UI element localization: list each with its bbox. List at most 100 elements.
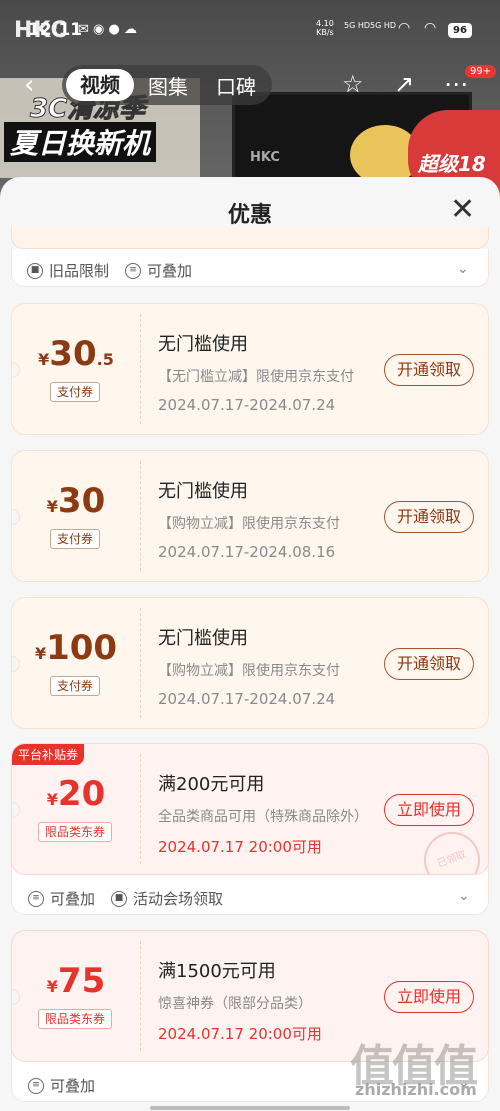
media-tabs: 视频 图集 口碑 bbox=[62, 65, 272, 105]
star-icon[interactable]: ☆ bbox=[342, 70, 364, 98]
coupon-type-badge: 限品类东券 bbox=[38, 822, 113, 842]
stack-icon: ≡ bbox=[125, 262, 142, 279]
coupon-type-badge: 支付券 bbox=[50, 529, 101, 549]
coupon-card: ¥100 支付券 无门槛使用 【购物立减】限使用京东支付 2024.07.17-… bbox=[11, 597, 489, 729]
wifi-icon: ◠ bbox=[398, 20, 411, 36]
message-badge: 99+ bbox=[465, 65, 497, 78]
currency-symbol: ¥ bbox=[46, 977, 58, 996]
tag-row: ■ 旧品限制 ≡ 可叠加 bbox=[27, 260, 208, 281]
coupon-type-badge: 支付券 bbox=[50, 382, 101, 402]
stack-icon: ≡ bbox=[28, 1077, 44, 1094]
banner-line-2: 夏日换新机 bbox=[4, 122, 157, 162]
more-icon[interactable]: ⋯ bbox=[444, 70, 468, 98]
box-icon: ■ bbox=[27, 262, 43, 279]
watermark-site: zhizhizhi.com bbox=[355, 1080, 477, 1099]
share-icon[interactable]: ↗ bbox=[394, 70, 414, 98]
tag-label: 可叠加 bbox=[50, 890, 96, 908]
coupon-details: 无门槛使用 【购物立减】限使用京东支付 2024.07.17-2024.08.1… bbox=[158, 477, 368, 561]
tag-label: 可叠加 bbox=[50, 1077, 96, 1095]
use-now-button[interactable]: 立即使用 bbox=[384, 981, 474, 1013]
signal-icon: 5G HD bbox=[344, 21, 371, 30]
coupon-title: 无门槛使用 bbox=[158, 628, 248, 649]
coupon-date: 2024.07.17 20:00可用 bbox=[158, 1025, 322, 1043]
coupon-divider bbox=[140, 941, 141, 1051]
amount-decimal: .5 bbox=[96, 350, 114, 369]
amount-value: 30 bbox=[57, 481, 106, 521]
activate-claim-button[interactable]: 开通领取 bbox=[384, 354, 474, 386]
coupon-divider bbox=[140, 608, 141, 718]
coupon-type-badge: 支付券 bbox=[50, 676, 101, 696]
box-icon: ■ bbox=[111, 890, 128, 907]
tag-item: ≡ 可叠加 bbox=[28, 1075, 95, 1096]
tag-label: 活动会场领取 bbox=[133, 890, 224, 908]
amount-value: 100 bbox=[46, 628, 118, 668]
status-time: 12:11 bbox=[28, 20, 83, 40]
wifi-icon-2: ◠ bbox=[424, 20, 437, 36]
coupon-amount: ¥75 bbox=[12, 961, 140, 1001]
platform-subsidy-tag: 平台补贴券 bbox=[12, 744, 85, 765]
coupon-details: 满1500元可用 惊喜神券（限部分品类） 2024.07.17 20:00可用 bbox=[158, 957, 368, 1044]
coupon-divider bbox=[140, 754, 141, 864]
tab-reviews[interactable]: 口碑 bbox=[202, 71, 270, 100]
stack-icon: ≡ bbox=[28, 890, 44, 907]
coupon-desc: 【购物立减】限使用京东支付 bbox=[158, 663, 340, 679]
tag-label: 可叠加 bbox=[147, 262, 193, 280]
net-speed-value: 4.10 bbox=[316, 19, 334, 28]
notification-icons: ✉ ◉ ● ☁ bbox=[78, 22, 137, 37]
tag-label: 旧品限制 bbox=[49, 262, 110, 280]
back-icon[interactable]: ‹ bbox=[24, 70, 34, 100]
activate-claim-button[interactable]: 开通领取 bbox=[384, 648, 474, 680]
coupon-group: 平台补贴券 ¥20 限品类东券 满200元可用 全品类商品可用（特殊商品除外） … bbox=[11, 743, 489, 915]
coupon-card: 平台补贴券 ¥20 限品类东券 满200元可用 全品类商品可用（特殊商品除外） … bbox=[11, 743, 489, 875]
home-indicator[interactable] bbox=[150, 1106, 350, 1110]
partial-coupon-edge bbox=[11, 227, 489, 249]
currency-symbol: ¥ bbox=[38, 350, 50, 369]
tag-row: ≡ 可叠加 bbox=[28, 1075, 111, 1096]
chevron-down-icon[interactable]: ⌄ bbox=[457, 261, 469, 277]
coupon-desc: 惊喜神券（限部分品类） bbox=[158, 996, 312, 1012]
sheet-title: 优惠 bbox=[227, 203, 272, 228]
coupon-date: 2024.07.17-2024.07.24 bbox=[158, 690, 336, 708]
claimed-stamp: 已领取 bbox=[416, 824, 488, 874]
coupon-date: 2024.07.17-2024.07.24 bbox=[158, 396, 336, 414]
signal-icon-2: 5G HD bbox=[370, 21, 397, 30]
net-speed: 4.10 KB/s bbox=[316, 19, 334, 37]
coupon-amount: ¥30.5 bbox=[12, 334, 140, 374]
tab-gallery[interactable]: 图集 bbox=[134, 71, 202, 100]
coupon-title: 满200元可用 bbox=[158, 774, 265, 795]
promo-badge-text: 超级18 bbox=[418, 152, 486, 176]
coupon-card: ¥30 支付券 无门槛使用 【购物立减】限使用京东支付 2024.07.17-2… bbox=[11, 450, 489, 582]
coupon-desc: 【购物立减】限使用京东支付 bbox=[158, 516, 340, 532]
amount-value: 30 bbox=[49, 334, 97, 374]
coupon-title: 无门槛使用 bbox=[158, 481, 248, 502]
currency-symbol: ¥ bbox=[34, 644, 47, 663]
coupon-divider bbox=[140, 461, 141, 571]
status-bar: HKC 12:11 ✉ ◉ ● ☁ 4.10 KB/s 5G HD 5G HD … bbox=[0, 0, 500, 52]
amount-value: 20 bbox=[57, 774, 106, 814]
tag-item: ≡ 可叠加 bbox=[28, 888, 95, 909]
chevron-down-icon[interactable]: ⌄ bbox=[458, 888, 470, 904]
coupon-title: 无门槛使用 bbox=[158, 334, 248, 355]
currency-symbol: ¥ bbox=[46, 497, 58, 516]
battery-icon: 96 bbox=[448, 23, 472, 38]
coupon-date: 2024.07.17-2024.08.16 bbox=[158, 543, 336, 561]
coupon-details: 满200元可用 全品类商品可用（特殊商品除外） 2024.07.17 20:00… bbox=[158, 770, 368, 857]
activate-claim-button[interactable]: 开通领取 bbox=[384, 501, 474, 533]
close-icon[interactable]: ✕ bbox=[450, 195, 475, 225]
discount-sheet: 优惠 ✕ ■ 旧品限制 ≡ 可叠加 ⌄ ¥30.5 支付券 无门槛使用 【无门槛立减… bbox=[0, 177, 500, 1111]
top-nav: ‹ 视频 图集 口碑 ☆ ↗ ⋯ 99+ bbox=[0, 60, 500, 110]
coupon-card: ¥30.5 支付券 无门槛使用 【无门槛立减】限使用京东支付 2024.07.1… bbox=[11, 303, 489, 435]
tag-item: ≡ 可叠加 bbox=[125, 260, 192, 281]
use-now-button[interactable]: 立即使用 bbox=[384, 794, 474, 826]
monitor-brand: HKC bbox=[250, 150, 280, 165]
coupon-desc: 全品类商品可用（特殊商品除外） bbox=[158, 809, 368, 825]
coupon-desc: 【无门槛立减】限使用京东支付 bbox=[158, 369, 354, 385]
coupon-amount: ¥100 bbox=[12, 628, 140, 668]
coupon-date: 2024.07.17 20:00可用 bbox=[158, 838, 322, 856]
coupon-amount: ¥30 bbox=[12, 481, 140, 521]
net-speed-unit: KB/s bbox=[316, 28, 334, 37]
coupon-details: 无门槛使用 【购物立减】限使用京东支付 2024.07.17-2024.07.2… bbox=[158, 624, 368, 708]
coupon-amount: ¥20 bbox=[12, 774, 140, 814]
tag-item: ■ 旧品限制 bbox=[27, 260, 109, 281]
tab-video[interactable]: 视频 bbox=[66, 69, 134, 101]
